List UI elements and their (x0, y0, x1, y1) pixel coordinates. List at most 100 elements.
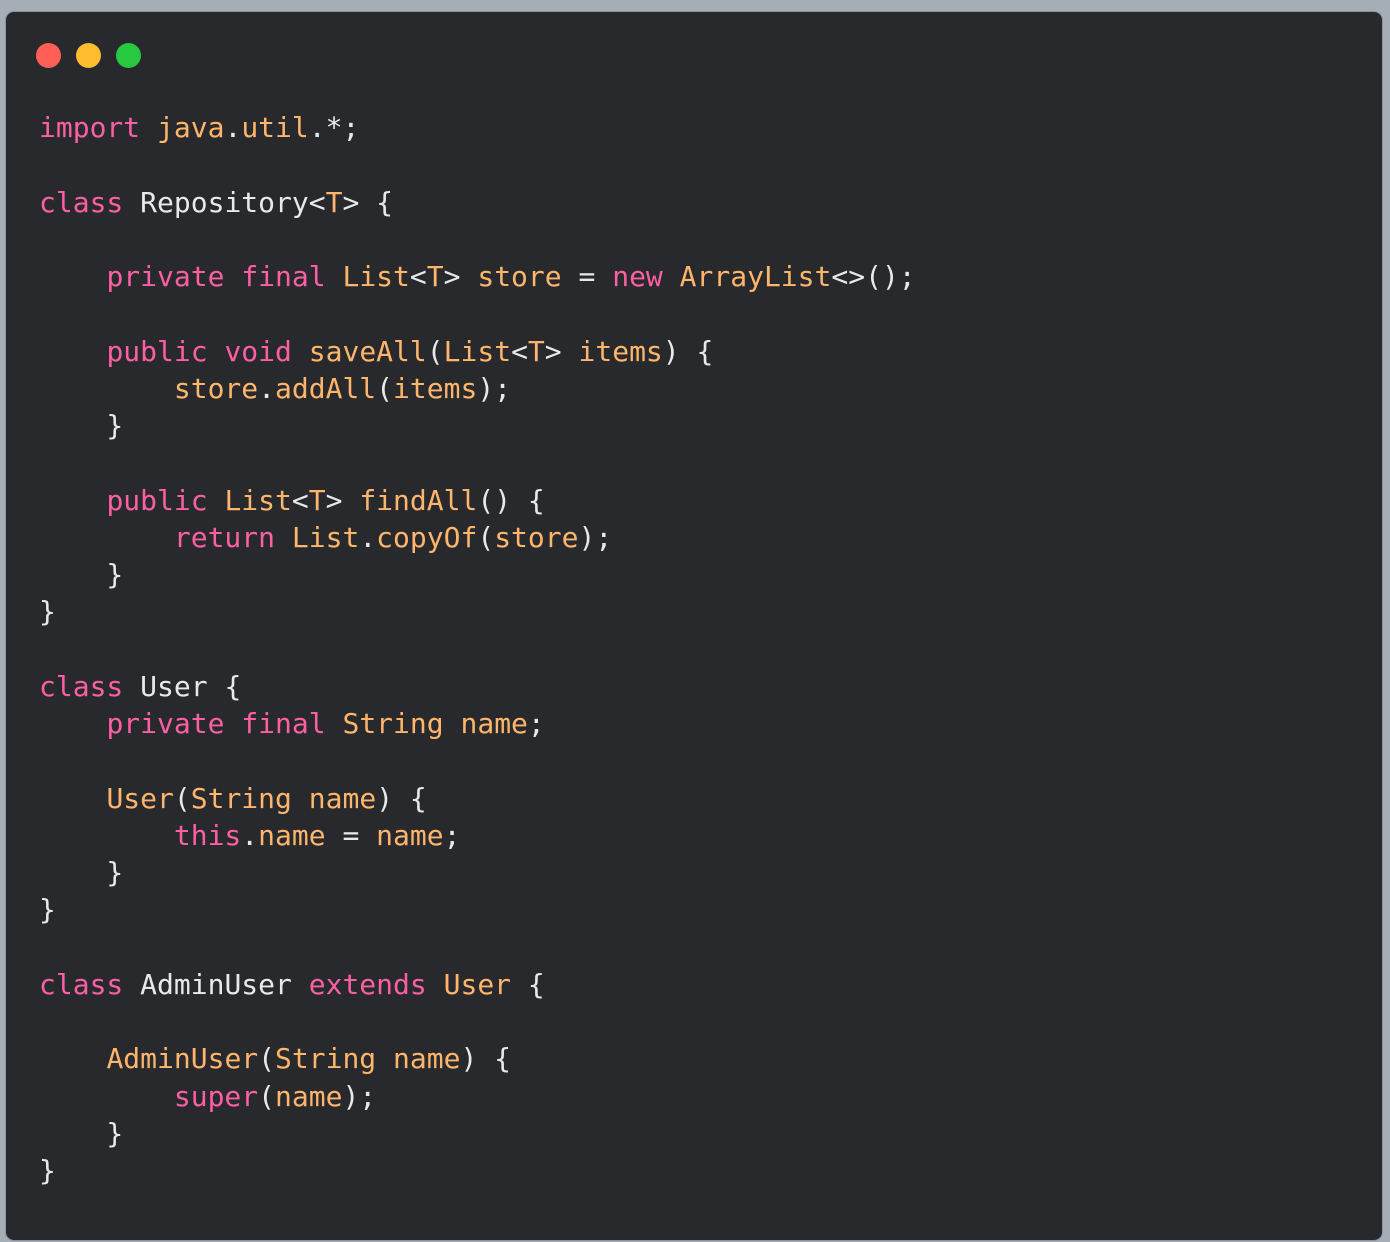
plain-token: ); (578, 520, 613, 554)
plain-token: ( (258, 1042, 276, 1076)
identifier-token: T (426, 260, 444, 293)
code-line: } (39, 593, 916, 630)
plain-token: > (544, 334, 579, 368)
keyword-token: public (106, 334, 208, 368)
code-line: User(String name) { (39, 780, 916, 817)
code-line: this.name = name; (39, 817, 916, 854)
code-window: import java.util.*; class Repository< T > … (6, 12, 1382, 1240)
code-line: AdminUser(String name) { (39, 1040, 916, 1077)
keyword-token: new (612, 260, 663, 293)
keyword-token: return (173, 520, 276, 554)
code-line: } (39, 854, 916, 891)
identifier-token: String (275, 1042, 377, 1076)
plain-token: < (511, 334, 528, 368)
identifier-token: java (157, 111, 225, 144)
plain-token: ( (173, 781, 191, 815)
plain-token: > { (342, 185, 394, 219)
code-block: import java.util.*; class Repository< T > … (39, 109, 916, 1189)
identifier-token: AdminUser (106, 1042, 259, 1076)
plain-token: < (409, 260, 427, 293)
window-controls (36, 43, 141, 68)
identifier-token: T (308, 483, 326, 517)
keyword-token: final (241, 707, 326, 740)
code-line: import java.util.*; (39, 109, 916, 146)
identifier-token: store (173, 371, 259, 405)
keyword-token: class (39, 669, 124, 703)
plain-token: Repository< (123, 185, 326, 219)
identifier-token: addAll (275, 371, 377, 405)
code-line: } (39, 556, 916, 593)
close-button[interactable] (36, 43, 61, 68)
plain-token: } (39, 409, 124, 442)
plain-token: > (325, 483, 360, 517)
plain-token: . (224, 111, 242, 144)
identifier-token: String (190, 781, 292, 815)
plain-token: ( (376, 371, 394, 405)
identifier-token: copyOf (376, 520, 478, 554)
plain-token: > (443, 260, 478, 293)
code-line: } (39, 1115, 916, 1152)
identifier-token: items (393, 371, 478, 405)
minimize-button[interactable] (76, 43, 101, 68)
keyword-token: public (106, 483, 208, 517)
plain-token: ; (443, 818, 461, 852)
plain-token: } (39, 1116, 124, 1150)
maximize-button[interactable] (116, 43, 141, 68)
code-line: } (39, 1152, 916, 1189)
keyword-token: private (106, 260, 225, 293)
identifier-token: util (241, 111, 309, 144)
plain-token: ; (527, 707, 545, 740)
code-line: public List<T> findAll() { (39, 482, 916, 519)
keyword-token: super (173, 1079, 259, 1113)
code-line: class User { (39, 668, 916, 705)
keyword-token: final (241, 260, 326, 293)
identifier-token: String (342, 707, 444, 740)
keyword-token: import (39, 111, 141, 144)
code-line: class AdminUser extends User { (39, 966, 916, 1003)
identifier-token: List (291, 520, 360, 554)
plain-token: ) { (460, 1042, 512, 1076)
plain-token: } (39, 856, 124, 889)
keyword-token: class (39, 185, 124, 219)
code-line: super(name); (39, 1078, 916, 1115)
code-line: public void saveAll(List<T> items) { (39, 333, 916, 370)
plain-token: } (39, 1154, 56, 1187)
plain-token: User { (123, 669, 242, 703)
identifier-token: saveAll (308, 334, 427, 368)
keyword-token: this (173, 818, 242, 852)
identifier-token: User (106, 781, 174, 815)
identifier-token: List (342, 260, 410, 293)
plain-token: ) { (376, 781, 427, 815)
plain-token: . (258, 371, 276, 405)
code-line: private final List<T> store = new ArrayL… (39, 258, 915, 295)
identifier-token: name (393, 1042, 461, 1076)
plain-token: ); (342, 1079, 377, 1113)
plain-token: } (39, 595, 56, 629)
identifier-token: User (443, 967, 512, 1001)
identifier-token: store (494, 520, 579, 554)
identifier-token: List (224, 483, 292, 517)
